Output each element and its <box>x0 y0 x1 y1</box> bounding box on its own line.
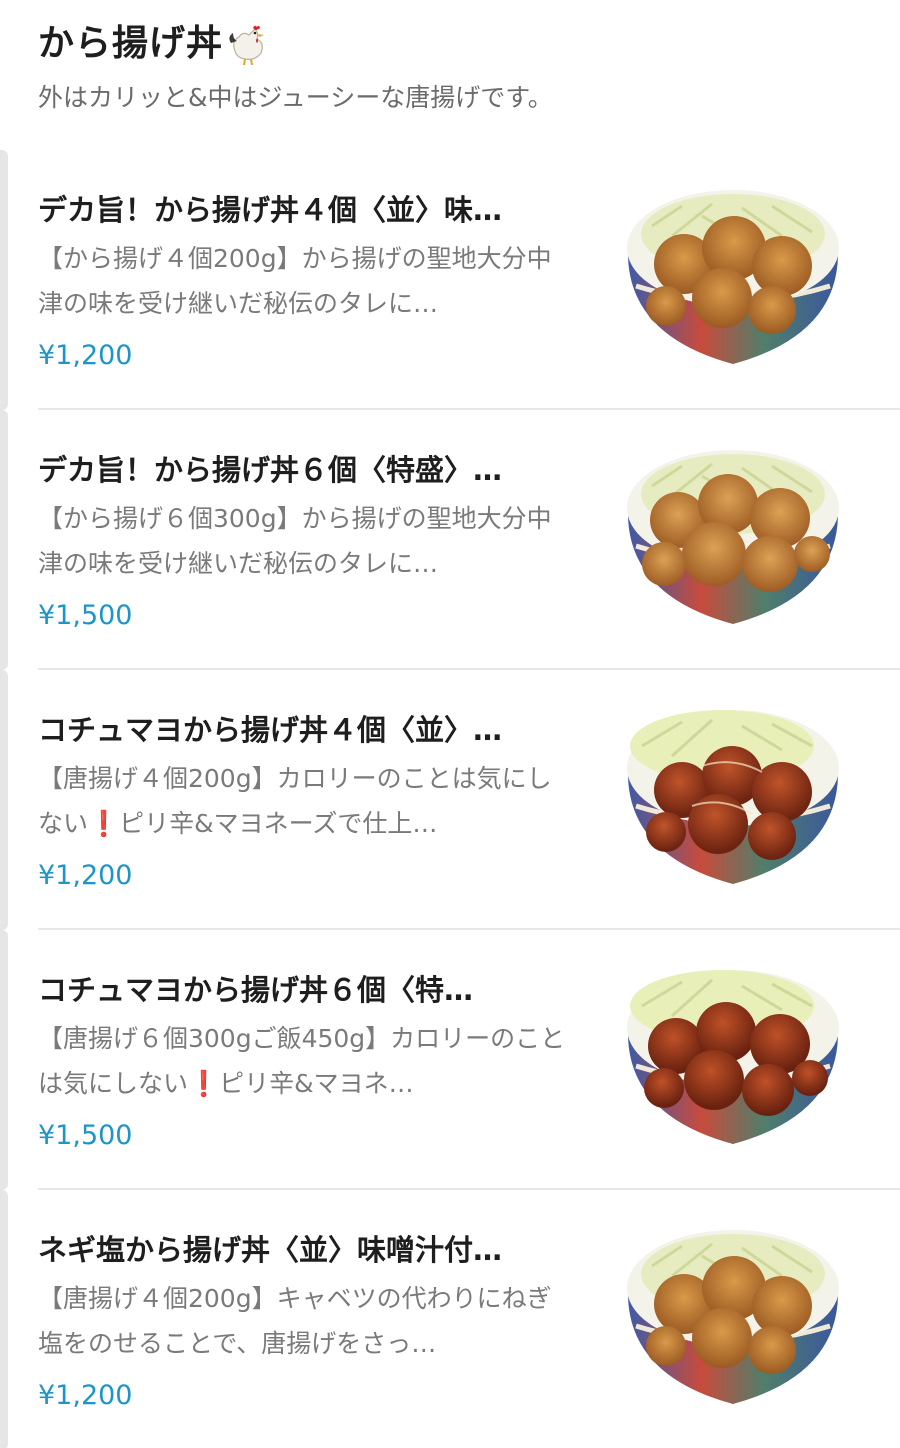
menu-item-price: ¥1,500 <box>38 1120 133 1151</box>
section-title-text: から揚げ丼 <box>38 23 224 64</box>
menu-item-description: 【から揚げ４個200g】から揚げの聖地大分中津の味を受け継いだ秘伝のタレに… <box>38 244 552 318</box>
menu-item-description: 【唐揚げ６個300gご飯450g】カロリーのことは気にしない❗ピリ辛&マヨネ… <box>38 1024 566 1098</box>
menu-item-text: ネギ塩から揚げ丼〈並〉味噌汁付… 【唐揚げ４個200g】キャベツの代わりにねぎ塩… <box>38 1190 578 1416</box>
menu-item-price: ¥1,200 <box>38 1380 133 1411</box>
section-header: から揚げ丼 外はカリッと&中はジューシーな唐揚げです。 <box>38 18 878 116</box>
exclamation-icon: ❗ <box>88 809 120 838</box>
menu-item-text: デカ旨！から揚げ丼４個〈並〉味… 【から揚げ４個200g】から揚げの聖地大分中津… <box>38 150 578 376</box>
menu-item-name: デカ旨！から揚げ丼６個〈特盛〉… <box>38 453 503 487</box>
menu-item-name: ネギ塩から揚げ丼〈並〉味噌汁付… <box>38 1233 503 1267</box>
menu-item-name: コチュマヨから揚げ丼６個〈特… <box>38 973 474 1007</box>
menu-item-text: コチュマヨから揚げ丼６個〈特… 【唐揚げ６個300gご飯450g】カロリーのこと… <box>38 930 578 1156</box>
menu-item-price: ¥1,200 <box>38 340 133 371</box>
exclamation-icon: ❗ <box>188 1069 220 1098</box>
menu-item-description: 【唐揚げ４個200g】キャベツの代わりにねぎ塩をのせることで、唐揚げをさっ… <box>38 1284 552 1358</box>
gochujang-mayo-karaage-bowl-photo[interactable] <box>622 966 844 1146</box>
section-subtitle: 外はカリッと&中はジューシーな唐揚げです。 <box>38 83 553 112</box>
karaage-bowl-photo[interactable] <box>622 1226 844 1406</box>
menu-item[interactable]: デカ旨！から揚げ丼６個〈特盛〉… 【から揚げ６個300g】から揚げの聖地大分中津… <box>0 410 900 670</box>
menu-item-text: デカ旨！から揚げ丼６個〈特盛〉… 【から揚げ６個300g】から揚げの聖地大分中津… <box>38 410 578 636</box>
gochujang-mayo-karaage-bowl-photo[interactable] <box>622 706 844 886</box>
menu-item-text: コチュマヨから揚げ丼４個〈並〉… 【唐揚げ４個200g】カロリーのことは気にしな… <box>38 670 578 896</box>
menu-page: から揚げ丼 外はカリッと&中はジューシーな唐揚げです。 デカ旨！から揚げ丼４個〈… <box>0 0 900 1448</box>
menu-item-list: デカ旨！から揚げ丼４個〈並〉味… 【から揚げ４個200g】から揚げの聖地大分中津… <box>0 150 900 1448</box>
rooster-icon <box>229 25 265 66</box>
menu-item-description: 【唐揚げ４個200g】カロリーのことは気にしない❗ピリ辛&マヨネーズで仕上… <box>38 764 552 838</box>
menu-item-price: ¥1,200 <box>38 860 133 891</box>
menu-item[interactable]: デカ旨！から揚げ丼４個〈並〉味… 【から揚げ４個200g】から揚げの聖地大分中津… <box>0 150 900 410</box>
menu-item-description: 【から揚げ６個300g】から揚げの聖地大分中津の味を受け継いだ秘伝のタレに… <box>38 504 552 578</box>
menu-item-name: デカ旨！から揚げ丼４個〈並〉味… <box>38 193 503 227</box>
karaage-bowl-photo[interactable] <box>622 186 844 366</box>
karaage-bowl-photo[interactable] <box>622 446 844 626</box>
menu-item-name: コチュマヨから揚げ丼４個〈並〉… <box>38 713 503 747</box>
menu-item[interactable]: コチュマヨから揚げ丼４個〈並〉… 【唐揚げ４個200g】カロリーのことは気にしな… <box>0 670 900 930</box>
menu-item-price: ¥1,500 <box>38 600 133 631</box>
menu-item[interactable]: コチュマヨから揚げ丼６個〈特… 【唐揚げ６個300gご飯450g】カロリーのこと… <box>0 930 900 1190</box>
menu-item[interactable]: ネギ塩から揚げ丼〈並〉味噌汁付… 【唐揚げ４個200g】キャベツの代わりにねぎ塩… <box>0 1190 900 1448</box>
section-title: から揚げ丼 <box>38 18 878 70</box>
